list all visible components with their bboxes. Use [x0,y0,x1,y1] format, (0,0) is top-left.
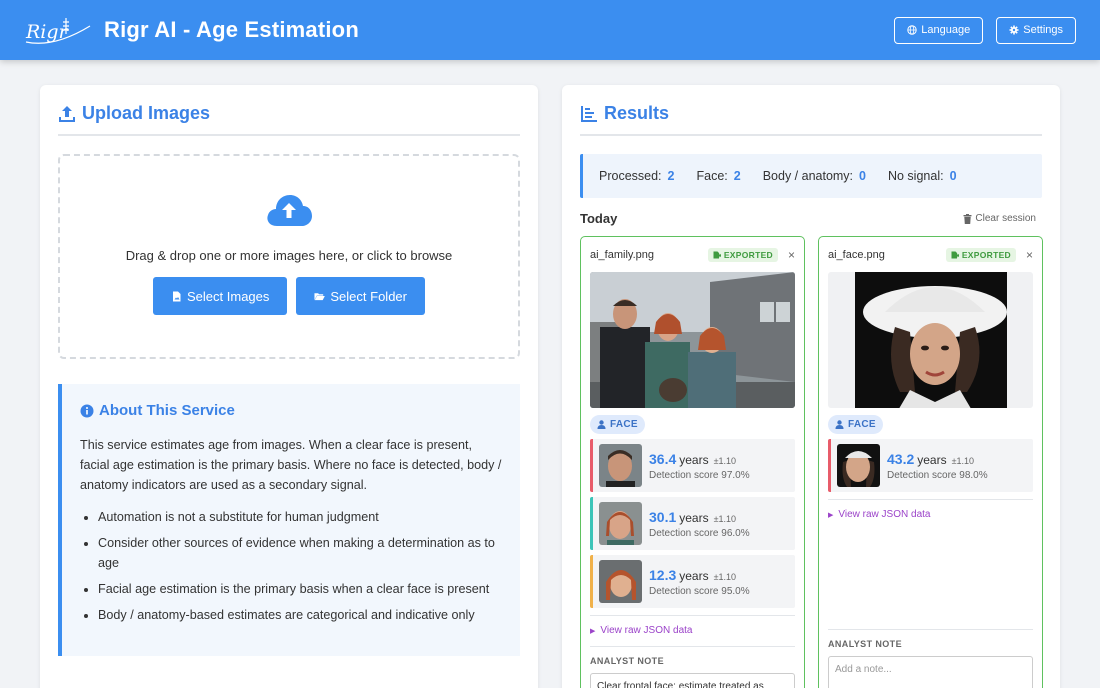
age-value: 43.2 [887,450,915,467]
image-preview[interactable] [828,272,1033,408]
detection-score: Detection score 96.0% [649,527,750,539]
stat-body-anatomy: Body / anatomy: 0 [762,169,866,183]
analyst-note-field[interactable]: Add a note... [828,656,1033,688]
results-title-text: Results [604,103,670,123]
stat-face: Face: 2 [696,169,741,183]
exported-badge: EXPORTED [945,248,1016,262]
cloud-upload-icon [267,195,312,226]
stat-processed: Processed: 2 [599,169,675,183]
view-raw-json-link[interactable]: ▶ View raw JSON data [590,625,795,636]
settings-button[interactable]: Settings [996,16,1076,44]
file-icon [173,291,181,301]
upload-panel: Upload Images Drag & drop one or more im… [40,85,538,688]
upload-title-text: Upload Images [82,103,211,123]
app-title: Rigr AI - Age Estimation [104,17,359,42]
gear-icon [1009,25,1019,35]
app-header: Rigr Rigr AI - Age Estimation Language S… [0,0,1100,60]
upload-icon [59,105,75,122]
results-panel: Results Processed: 2 Face: 2 Body / anatom… [562,85,1060,688]
globe-icon [907,25,917,35]
age-value: 12.3 [649,566,677,583]
chart-icon [581,105,597,122]
portrait-photo [854,272,1007,408]
analyst-note-label: ANALYST NOTE [590,646,795,666]
view-raw-json-link[interactable]: ▶ View raw JSON data [828,509,1033,520]
upload-panel-title: Upload Images [58,103,520,136]
about-bullet: Facial age estimation is the primary bas… [98,579,502,599]
detection-score: Detection score 97.0% [649,469,750,481]
card-filename: ai_family.png [590,249,654,261]
stat-no-signal: No signal: 0 [887,169,957,183]
about-bullet: Body / anatomy-based estimates are categ… [98,605,502,625]
face-thumbnail [599,560,642,603]
drop-instructions: Drag & drop one or more images here, or … [125,248,453,263]
about-body: This service estimates age from images. … [80,438,502,492]
select-folder-button[interactable]: Select Folder [296,277,425,315]
face-badge: FACE [590,415,645,434]
language-label: Language [921,24,971,36]
user-icon [835,420,844,429]
about-title-text: About This Service [99,402,235,419]
face-result-row: 12.3 years ±1.10 Detection score 95.0% [590,555,795,608]
triangle-right-icon: ▶ [828,511,834,519]
group-label: Today [580,211,618,226]
image-preview[interactable] [590,272,795,408]
about-bullet: Consider other sources of evidence when … [98,533,502,573]
face-thumbnail [599,502,642,545]
trash-icon [963,213,972,224]
user-icon [597,420,606,429]
about-title: About This Service [80,402,502,419]
export-icon [951,251,959,259]
face-thumbnail [837,444,880,487]
dropzone[interactable]: Drag & drop one or more images here, or … [58,154,520,359]
close-icon[interactable]: × [788,248,795,262]
svg-text:Rigr: Rigr [25,21,70,43]
card-filename: ai_face.png [828,249,885,261]
rigr-logo: Rigr [25,18,91,44]
results-panel-title: Results [580,103,1042,136]
age-value: 30.1 [649,508,677,525]
select-folder-label: Select Folder [330,288,407,304]
face-result-row: 30.1 years ±1.10 Detection score 96.0% [590,497,795,550]
face-result-row: 43.2 years ±1.10 Detection score 98.0% [828,439,1033,492]
age-value: 36.4 [649,450,677,467]
result-card: ai_family.png EXPORTED × FACE 36.4 years… [580,236,805,688]
about-list: Automation is not a substitute for human… [80,507,502,625]
exported-badge: EXPORTED [707,248,778,262]
clear-session-label: Clear session [975,213,1036,224]
analyst-note-label: ANALYST NOTE [828,629,1033,649]
folder-icon [314,292,326,300]
about-bullet: Automation is not a substitute for human… [98,507,502,527]
analyst-note-field[interactable]: Clear frontal face; estimate treated as [590,673,795,688]
export-icon [713,251,721,259]
settings-label: Settings [1023,24,1063,36]
stats-bar: Processed: 2 Face: 2 Body / anatomy: 0 No s… [580,154,1042,198]
family-photo [590,272,795,408]
face-badge: FACE [828,415,883,434]
detection-score: Detection score 98.0% [887,469,988,481]
face-thumbnail [599,444,642,487]
result-card: ai_face.png EXPORTED × FACE 43.2 years ±… [818,236,1043,688]
about-box: About This Service This service estimate… [58,384,520,656]
info-icon [80,404,94,417]
detection-score: Detection score 95.0% [649,585,750,597]
face-result-row: 36.4 years ±1.10 Detection score 97.0% [590,439,795,492]
clear-session-button[interactable]: Clear session [963,213,1036,224]
language-button[interactable]: Language [894,16,984,44]
select-images-button[interactable]: Select Images [153,277,288,315]
select-images-label: Select Images [187,288,270,304]
triangle-right-icon: ▶ [590,627,596,635]
close-icon[interactable]: × [1026,248,1033,262]
